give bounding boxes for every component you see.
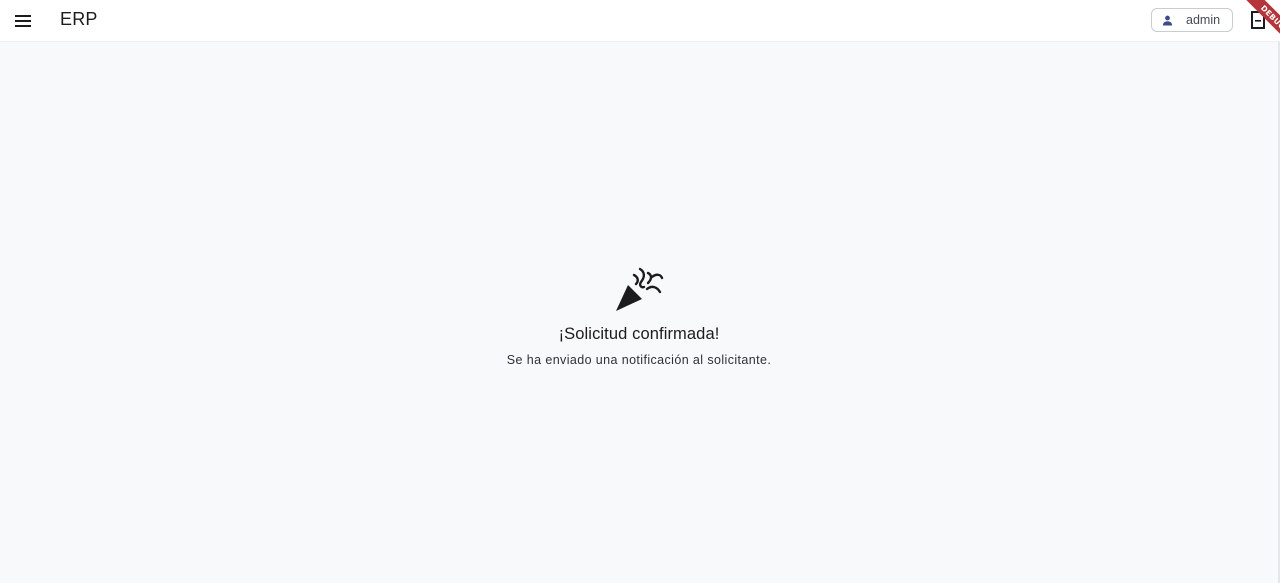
- menu-button[interactable]: [9, 7, 37, 35]
- user-menu-button[interactable]: admin: [1151, 8, 1233, 32]
- confirmation-title: ¡Solicitud confirmada!: [558, 325, 720, 343]
- person-icon: [1162, 15, 1173, 26]
- document-icon[interactable]: [1250, 11, 1266, 29]
- user-name-label: admin: [1186, 13, 1221, 27]
- main-content: ¡Solicitud confirmada! Se ha enviado una…: [0, 42, 1280, 583]
- party-popper-icon: [616, 267, 664, 311]
- confirmation-subtitle: Se ha enviado una notificación al solici…: [506, 353, 772, 367]
- app-bar: ERP admin DEBUG: [0, 0, 1280, 48]
- menu-icon: [15, 15, 31, 27]
- app-title: ERP: [60, 9, 98, 29]
